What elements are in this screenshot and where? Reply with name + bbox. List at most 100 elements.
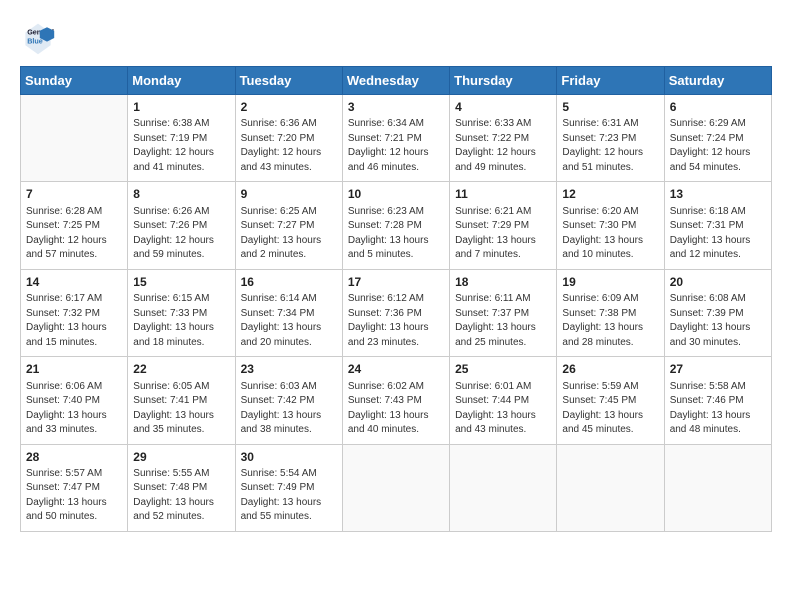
day-info: Sunrise: 5:54 AMSunset: 7:49 PMDaylight:… xyxy=(241,467,337,525)
calendar-day xyxy=(342,444,449,531)
calendar-day xyxy=(557,444,664,531)
day-number: 3 xyxy=(348,99,444,116)
calendar-header-row: SundayMondayTuesdayWednesdayThursdayFrid… xyxy=(21,67,772,95)
day-number: 17 xyxy=(348,274,444,291)
calendar-week-4: 21 Sunrise: 6:06 AMSunset: 7:40 PMDayligh… xyxy=(21,357,772,444)
day-info: Sunrise: 6:17 AMSunset: 7:32 PMDaylight:… xyxy=(26,292,122,350)
calendar-day: 8Sunrise: 6:26 AMSunset: 7:26 PMDaylight… xyxy=(128,182,235,269)
calendar-day: 26Sunrise: 5:59 AMSunset: 7:45 PMDayligh… xyxy=(557,357,664,444)
calendar-day: 16Sunrise: 6:14 AMSunset: 7:34 PMDayligh… xyxy=(235,269,342,356)
day-header-monday: Monday xyxy=(128,67,235,95)
day-info: Sunrise: 6:03 AMSunset: 7:42 PMDaylight:… xyxy=(241,380,337,438)
calendar-day: 4Sunrise: 6:33 AMSunset: 7:22 PMDaylight… xyxy=(450,95,557,182)
day-number: 8 xyxy=(133,186,229,203)
day-info: Sunrise: 6:38 AMSunset: 7:19 PMDaylight:… xyxy=(133,117,229,175)
calendar-day: 5Sunrise: 6:31 AMSunset: 7:23 PMDaylight… xyxy=(557,95,664,182)
day-info: Sunrise: 5:55 AMSunset: 7:48 PMDaylight:… xyxy=(133,467,229,525)
day-info: Sunrise: 6:29 AMSunset: 7:24 PMDaylight:… xyxy=(670,117,766,175)
day-number: 12 xyxy=(562,186,658,203)
day-header-wednesday: Wednesday xyxy=(342,67,449,95)
day-number: 27 xyxy=(670,361,766,378)
day-number: 10 xyxy=(348,186,444,203)
day-info: Sunrise: 6:23 AMSunset: 7:28 PMDaylight:… xyxy=(348,205,444,263)
day-header-friday: Friday xyxy=(557,67,664,95)
calendar-day: 7 Sunrise: 6:28 AMSunset: 7:25 PMDaylight… xyxy=(21,182,128,269)
calendar-day: 9 Sunrise: 6:25 AMSunset: 7:27 PMDaylight… xyxy=(235,182,342,269)
day-info: Sunrise: 6:05 AMSunset: 7:41 PMDaylight:… xyxy=(133,380,229,438)
day-number: 22 xyxy=(133,361,229,378)
day-header-saturday: Saturday xyxy=(664,67,771,95)
calendar-day: 29Sunrise: 5:55 AMSunset: 7:48 PMDayligh… xyxy=(128,444,235,531)
page-header: General Blue xyxy=(20,20,772,56)
day-info: Sunrise: 6:33 AMSunset: 7:22 PMDaylight:… xyxy=(455,117,551,175)
day-info: Sunrise: 6:34 AMSunset: 7:21 PMDaylight:… xyxy=(348,117,444,175)
day-number: 30 xyxy=(241,449,337,466)
day-number: 29 xyxy=(133,449,229,466)
day-info: Sunrise: 6:12 AMSunset: 7:36 PMDaylight:… xyxy=(348,292,444,350)
day-info: Sunrise: 6:02 AMSunset: 7:43 PMDaylight:… xyxy=(348,380,444,438)
calendar-day: 2Sunrise: 6:36 AMSunset: 7:20 PMDaylight… xyxy=(235,95,342,182)
calendar-day: 27Sunrise: 5:58 AMSunset: 7:46 PMDayligh… xyxy=(664,357,771,444)
calendar-week-5: 28Sunrise: 5:57 AMSunset: 7:47 PMDayligh… xyxy=(21,444,772,531)
day-number: 6 xyxy=(670,99,766,116)
calendar-day: 25 Sunrise: 6:01 AMSunset: 7:44 PMDayligh… xyxy=(450,357,557,444)
calendar-day: 11 Sunrise: 6:21 AMSunset: 7:29 PMDayligh… xyxy=(450,182,557,269)
day-number: 14 xyxy=(26,274,122,291)
calendar-day: 6Sunrise: 6:29 AMSunset: 7:24 PMDaylight… xyxy=(664,95,771,182)
day-number: 26 xyxy=(562,361,658,378)
day-number: 11 xyxy=(455,186,551,203)
calendar-day xyxy=(21,95,128,182)
day-number: 24 xyxy=(348,361,444,378)
calendar-day: 23 Sunrise: 6:03 AMSunset: 7:42 PMDayligh… xyxy=(235,357,342,444)
calendar-day: 1Sunrise: 6:38 AMSunset: 7:19 PMDaylight… xyxy=(128,95,235,182)
calendar-day: 13 Sunrise: 6:18 AMSunset: 7:31 PMDayligh… xyxy=(664,182,771,269)
calendar-week-3: 14Sunrise: 6:17 AMSunset: 7:32 PMDayligh… xyxy=(21,269,772,356)
calendar-day: 22 Sunrise: 6:05 AMSunset: 7:41 PMDayligh… xyxy=(128,357,235,444)
day-info: Sunrise: 6:14 AMSunset: 7:34 PMDaylight:… xyxy=(241,292,337,350)
logo-icon: General Blue xyxy=(20,20,56,56)
calendar-day: 14Sunrise: 6:17 AMSunset: 7:32 PMDayligh… xyxy=(21,269,128,356)
day-info: Sunrise: 5:57 AMSunset: 7:47 PMDaylight:… xyxy=(26,467,122,525)
day-info: Sunrise: 6:25 AMSunset: 7:27 PMDaylight:… xyxy=(241,205,337,263)
day-number: 5 xyxy=(562,99,658,116)
day-number: 13 xyxy=(670,186,766,203)
day-info: Sunrise: 6:06 AMSunset: 7:40 PMDaylight:… xyxy=(26,380,122,438)
day-number: 1 xyxy=(133,99,229,116)
day-number: 4 xyxy=(455,99,551,116)
day-info: Sunrise: 6:15 AMSunset: 7:33 PMDaylight:… xyxy=(133,292,229,350)
calendar-day xyxy=(664,444,771,531)
day-info: Sunrise: 6:28 AMSunset: 7:25 PMDaylight:… xyxy=(26,205,122,263)
calendar-day: 3Sunrise: 6:34 AMSunset: 7:21 PMDaylight… xyxy=(342,95,449,182)
calendar-day: 28Sunrise: 5:57 AMSunset: 7:47 PMDayligh… xyxy=(21,444,128,531)
calendar-day: 15Sunrise: 6:15 AMSunset: 7:33 PMDayligh… xyxy=(128,269,235,356)
day-number: 2 xyxy=(241,99,337,116)
calendar-day xyxy=(450,444,557,531)
calendar-day: 24 Sunrise: 6:02 AMSunset: 7:43 PMDayligh… xyxy=(342,357,449,444)
day-number: 19 xyxy=(562,274,658,291)
calendar-day: 10 Sunrise: 6:23 AMSunset: 7:28 PMDayligh… xyxy=(342,182,449,269)
day-number: 28 xyxy=(26,449,122,466)
day-number: 25 xyxy=(455,361,551,378)
day-info: Sunrise: 6:36 AMSunset: 7:20 PMDaylight:… xyxy=(241,117,337,175)
day-info: Sunrise: 6:01 AMSunset: 7:44 PMDaylight:… xyxy=(455,380,551,438)
calendar-day: 19Sunrise: 6:09 AMSunset: 7:38 PMDayligh… xyxy=(557,269,664,356)
day-info: Sunrise: 6:08 AMSunset: 7:39 PMDaylight:… xyxy=(670,292,766,350)
day-number: 16 xyxy=(241,274,337,291)
calendar-day: 21 Sunrise: 6:06 AMSunset: 7:40 PMDayligh… xyxy=(21,357,128,444)
day-number: 21 xyxy=(26,361,122,378)
day-info: Sunrise: 6:31 AMSunset: 7:23 PMDaylight:… xyxy=(562,117,658,175)
day-number: 23 xyxy=(241,361,337,378)
calendar-day: 12 Sunrise: 6:20 AMSunset: 7:30 PMDayligh… xyxy=(557,182,664,269)
day-info: Sunrise: 6:11 AMSunset: 7:37 PMDaylight:… xyxy=(455,292,551,350)
day-info: Sunrise: 6:21 AMSunset: 7:29 PMDaylight:… xyxy=(455,205,551,263)
calendar-week-2: 7 Sunrise: 6:28 AMSunset: 7:25 PMDaylight… xyxy=(21,182,772,269)
day-number: 7 xyxy=(26,186,122,203)
day-header-thursday: Thursday xyxy=(450,67,557,95)
calendar-day: 17Sunrise: 6:12 AMSunset: 7:36 PMDayligh… xyxy=(342,269,449,356)
day-info: Sunrise: 6:18 AMSunset: 7:31 PMDaylight:… xyxy=(670,205,766,263)
day-number: 20 xyxy=(670,274,766,291)
calendar-week-1: 1Sunrise: 6:38 AMSunset: 7:19 PMDaylight… xyxy=(21,95,772,182)
day-info: Sunrise: 6:20 AMSunset: 7:30 PMDaylight:… xyxy=(562,205,658,263)
calendar-day: 18Sunrise: 6:11 AMSunset: 7:37 PMDayligh… xyxy=(450,269,557,356)
day-number: 9 xyxy=(241,186,337,203)
